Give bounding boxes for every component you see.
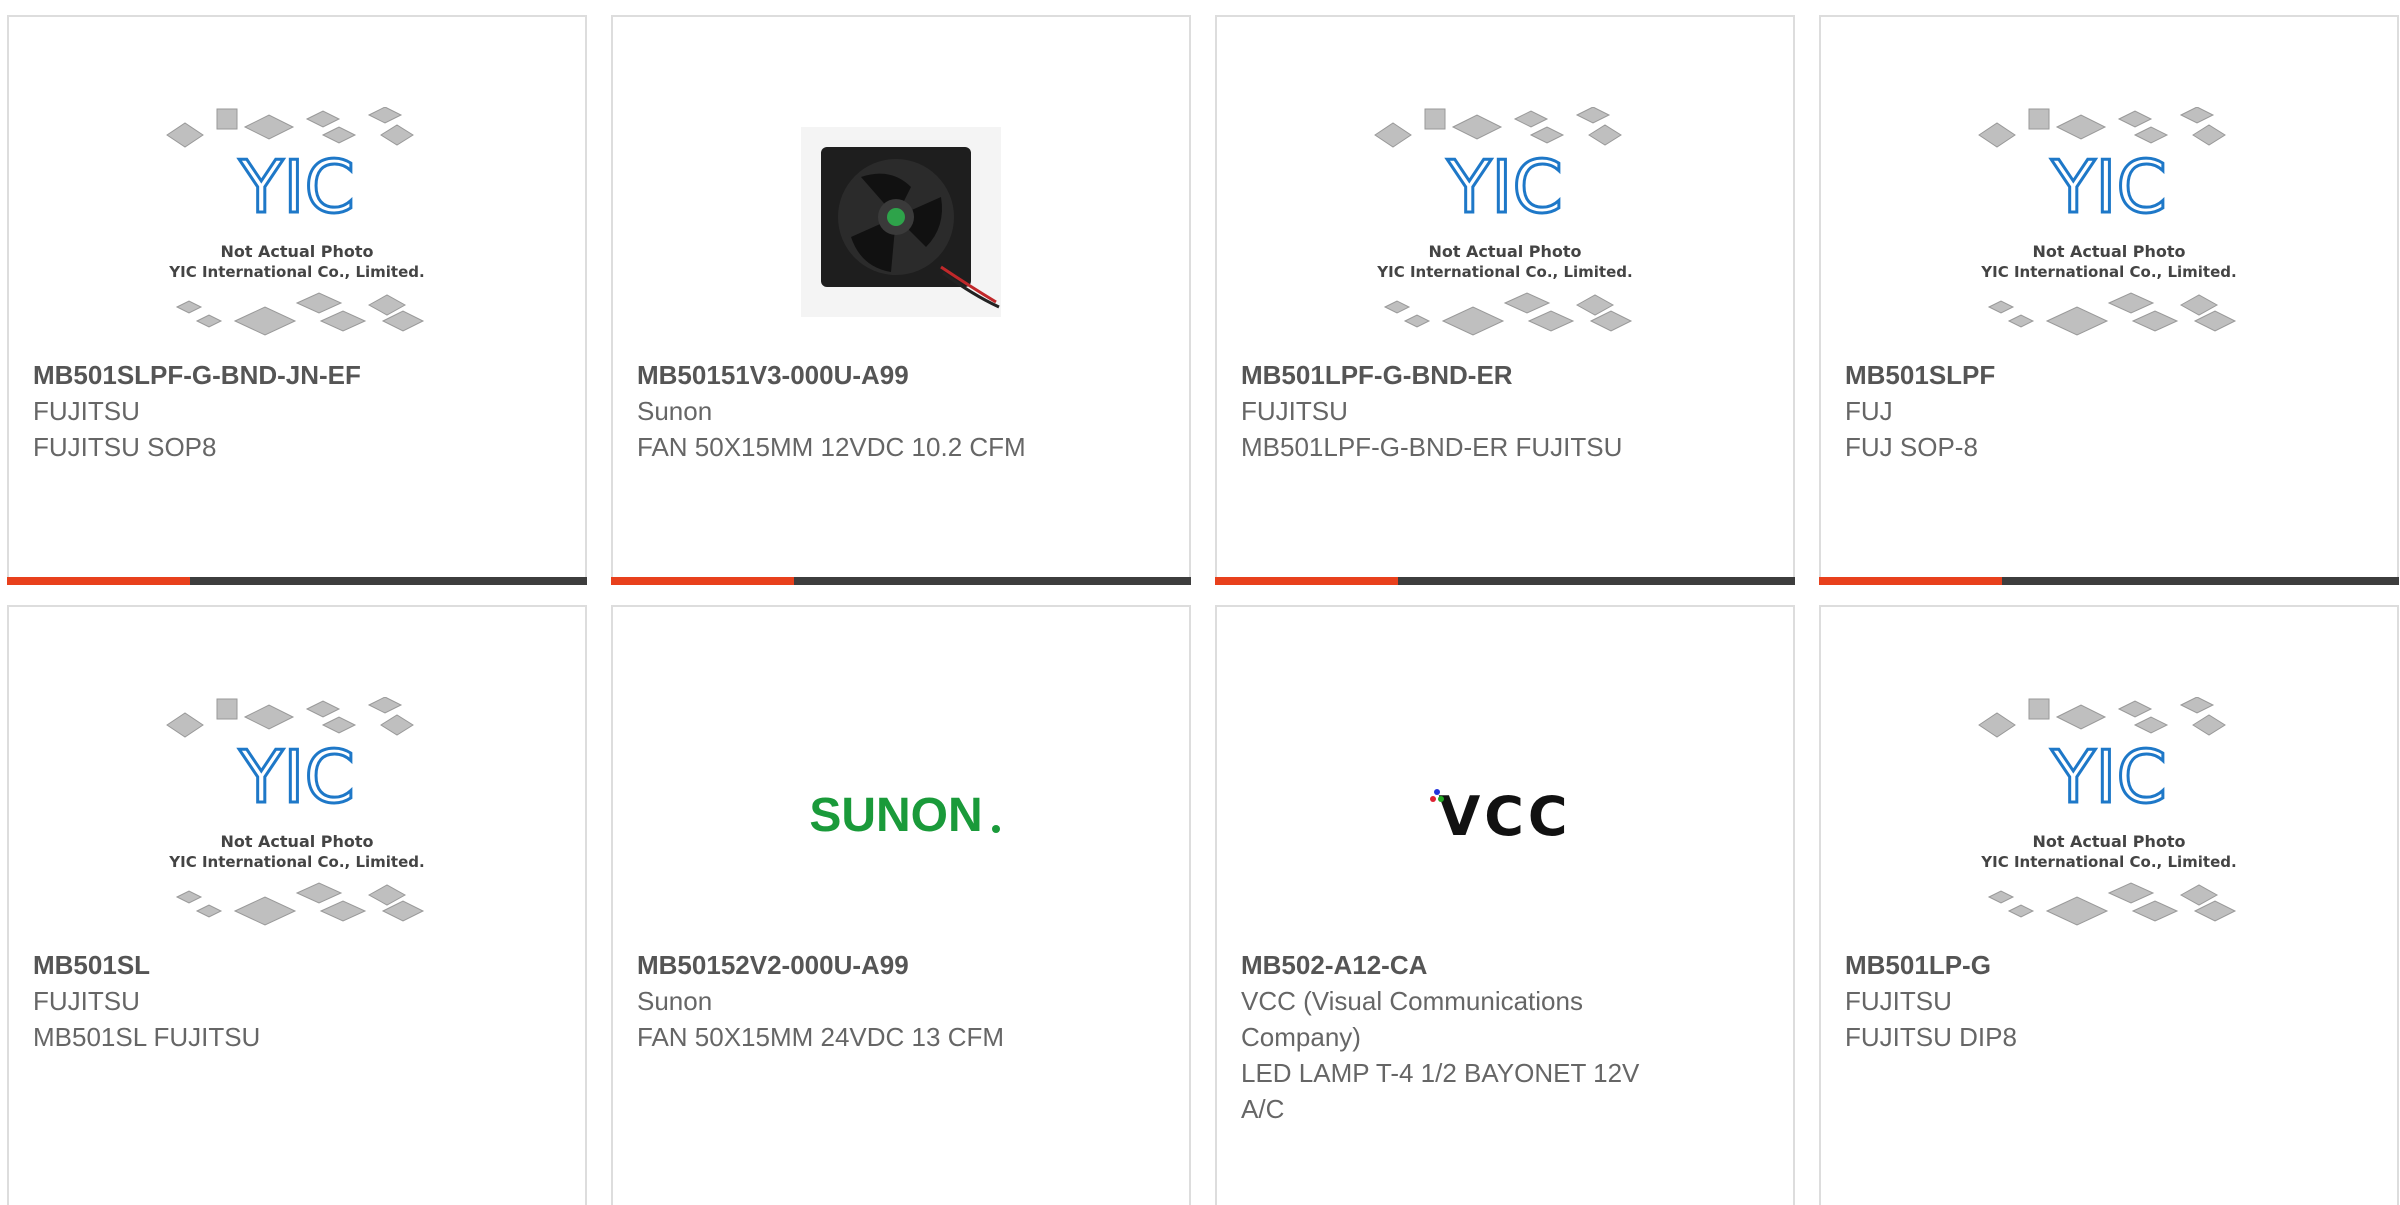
- part-number[interactable]: MB501LP-G: [1845, 947, 2285, 983]
- card-footer-bar: [611, 577, 1191, 585]
- product-card[interactable]: SUNON MB50152V2-000U-A99 Sunon FAN 50X15…: [611, 605, 1191, 1205]
- product-card[interactable]: YIC Not Actual Photo YIC International C…: [1819, 15, 2399, 585]
- vcc-logo-image: VCC: [1430, 785, 1571, 848]
- vcc-logo-text: VCC: [1438, 785, 1571, 848]
- product-image[interactable]: [613, 87, 1189, 367]
- product-image[interactable]: YIC Not Actual Photo YIC International C…: [1217, 87, 1793, 367]
- placeholder-line1: Not Actual Photo: [1428, 242, 1581, 261]
- manufacturer: FUJITSU: [1241, 396, 1348, 426]
- placeholder-line1: Not Actual Photo: [2032, 832, 2185, 851]
- product-image[interactable]: VCC: [1217, 677, 1793, 957]
- product-card[interactable]: YIC Not Actual Photo YIC International C…: [7, 15, 587, 585]
- part-number[interactable]: MB502-A12-CA: [1241, 947, 1681, 983]
- description: FUJITSU SOP8: [33, 432, 217, 462]
- svg-text:YIC: YIC: [1446, 145, 1563, 229]
- product-image[interactable]: YIC Not Actual Photo YIC International C…: [1821, 677, 2397, 957]
- sunon-logo-text: SUNON: [809, 789, 982, 842]
- description: FAN 50X15MM 24VDC 13 CFM: [637, 1022, 1005, 1052]
- card-footer-bar: [1215, 577, 1795, 585]
- part-number[interactable]: MB501SLPF: [1845, 357, 2285, 393]
- svg-text:YIC: YIC: [238, 735, 355, 819]
- placeholder-line2: YIC International Co., Limited.: [1376, 263, 1632, 281]
- yic-placeholder-image: YIC Not Actual Photo YIC International C…: [166, 697, 425, 926]
- fan-photo-image: [801, 127, 1001, 317]
- manufacturer: Sunon: [637, 986, 713, 1016]
- svg-text:YIC: YIC: [2050, 735, 2167, 819]
- product-card[interactable]: YIC Not Actual Photo YIC International C…: [1215, 15, 1795, 585]
- product-image[interactable]: YIC Not Actual Photo YIC International C…: [9, 87, 585, 367]
- yic-placeholder-image: YIC Not Actual Photo YIC International C…: [1978, 697, 2237, 926]
- yic-placeholder-image: YIC Not Actual Photo YIC International C…: [166, 107, 425, 336]
- product-image[interactable]: SUNON: [613, 677, 1189, 957]
- manufacturer: FUJ: [1845, 396, 1893, 426]
- yic-placeholder-image: YIC Not Actual Photo YIC International C…: [1978, 107, 2237, 336]
- manufacturer: FUJITSU: [1845, 986, 1952, 1016]
- placeholder-line1: Not Actual Photo: [220, 832, 373, 851]
- product-card[interactable]: YIC Not Actual Photo YIC International C…: [1819, 605, 2399, 1205]
- part-number[interactable]: MB50151V3-000U-A99: [637, 357, 1077, 393]
- svg-text:YIC: YIC: [238, 145, 355, 229]
- description: FUJITSU DIP8: [1845, 1022, 2017, 1052]
- manufacturer: Sunon: [637, 396, 713, 426]
- product-image[interactable]: YIC Not Actual Photo YIC International C…: [9, 677, 585, 957]
- product-card[interactable]: YIC Not Actual Photo YIC International C…: [7, 605, 587, 1205]
- sunon-logo-image: SUNON: [809, 789, 1000, 842]
- part-number[interactable]: MB501SLPF-G-BND-JN-EF: [33, 357, 473, 393]
- placeholder-line2: YIC International Co., Limited.: [168, 853, 424, 871]
- placeholder-line1: Not Actual Photo: [220, 242, 373, 261]
- manufacturer: VCC (Visual Communications Company): [1241, 986, 1583, 1052]
- card-footer-bar: [1819, 577, 2399, 585]
- yic-placeholder-image: YIC Not Actual Photo YIC International C…: [1374, 107, 1633, 336]
- description: FUJ SOP-8: [1845, 432, 1978, 462]
- card-footer-bar: [7, 577, 587, 585]
- placeholder-line2: YIC International Co., Limited.: [1980, 263, 2236, 281]
- part-number[interactable]: MB50152V2-000U-A99: [637, 947, 1077, 983]
- product-image[interactable]: YIC Not Actual Photo YIC International C…: [1821, 87, 2397, 367]
- description: LED LAMP T-4 1/2 BAYONET 12V A/C: [1241, 1058, 1640, 1124]
- manufacturer: FUJITSU: [33, 396, 140, 426]
- placeholder-line2: YIC International Co., Limited.: [1980, 853, 2236, 871]
- description: MB501LPF-G-BND-ER FUJITSU: [1241, 432, 1623, 462]
- placeholder-line2: YIC International Co., Limited.: [168, 263, 424, 281]
- part-number[interactable]: MB501LPF-G-BND-ER: [1241, 357, 1681, 393]
- product-card[interactable]: MB50151V3-000U-A99 Sunon FAN 50X15MM 12V…: [611, 15, 1191, 585]
- product-grid: YIC Not Actual Photo YIC International C…: [0, 0, 2400, 1205]
- svg-text:YIC: YIC: [2050, 145, 2167, 229]
- description: MB501SL FUJITSU: [33, 1022, 261, 1052]
- description: FAN 50X15MM 12VDC 10.2 CFM: [637, 432, 1026, 462]
- placeholder-line1: Not Actual Photo: [2032, 242, 2185, 261]
- product-card[interactable]: VCC MB502-A12-CA VCC (Visual Communicati…: [1215, 605, 1795, 1205]
- part-number[interactable]: MB501SL: [33, 947, 473, 983]
- manufacturer: FUJITSU: [33, 986, 140, 1016]
